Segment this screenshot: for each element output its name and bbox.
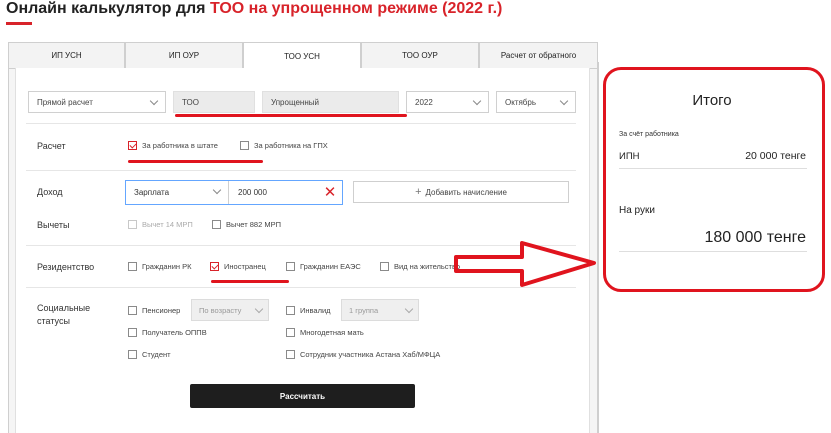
plus-icon: + [415, 186, 422, 198]
page-title: Онлайн калькулятор для ТОО на упрощенном… [6, 0, 502, 18]
deduction-14-label: Вычет 14 МРП [142, 220, 193, 229]
employee-staff-label: За работника в штате [142, 141, 218, 150]
oppv-checkbox[interactable] [128, 328, 137, 337]
income-label: Доход [37, 187, 63, 197]
calculate-button[interactable]: Рассчитать [190, 384, 415, 408]
gph-checkbox[interactable] [240, 141, 249, 150]
tab-label: ИП ОУР [168, 51, 200, 60]
social-status-label: Социальные статусы [37, 302, 90, 328]
foreigner-checkbox[interactable] [210, 262, 219, 271]
large-family-mother-checkbox[interactable] [286, 328, 295, 337]
tab-reverse-calc[interactable]: Расчет от обратного [479, 42, 598, 69]
add-accrual-button[interactable]: + Добавить начисление [353, 181, 569, 203]
mode-select-value: Прямой расчет [37, 97, 93, 107]
deduction-882-checkbox[interactable] [212, 220, 221, 229]
deduction-882-label: Вычет 882 МРП [226, 220, 281, 229]
income-amount-value: 200 000 [238, 188, 267, 197]
tab-too-usn[interactable]: ТОО УСН [243, 42, 361, 70]
month-value: Октябрь [505, 97, 537, 107]
social-status-label-line1: Социальные [37, 303, 91, 313]
pensioner-type-select: По возрасту [191, 299, 269, 321]
pensioner-label: Пенсионер [142, 306, 181, 315]
employee-staff-checkbox[interactable] [128, 141, 137, 150]
pensioner-checkbox[interactable] [128, 306, 137, 315]
citizen-rk-label: Гражданин РК [142, 262, 192, 271]
chevron-down-icon [559, 96, 569, 106]
student-checkbox[interactable] [128, 350, 137, 359]
annotation-underline [175, 114, 407, 117]
tab-label: Расчет от обратного [500, 51, 577, 60]
income-amount-input[interactable]: 200 000 [230, 181, 320, 204]
pensioner-type-value: По возрасту [199, 305, 242, 315]
deduction-14-checkbox [128, 220, 137, 229]
income-type-value: Зарплата [134, 188, 170, 197]
income-input-group: Зарплата 200 000 [125, 180, 343, 205]
student-label: Студент [142, 350, 171, 359]
foreigner-label: Иностранец [224, 262, 266, 271]
eaes-citizen-checkbox[interactable] [286, 262, 295, 271]
tab-too-our[interactable]: ТОО ОУР [361, 42, 479, 69]
oppv-label: Получатель ОППВ [142, 328, 207, 337]
annotation-arrow-icon [454, 241, 596, 287]
income-type-select[interactable]: Зарплата [126, 181, 229, 204]
add-accrual-label: Добавить начисление [425, 187, 507, 197]
divider [26, 170, 576, 171]
year-value: 2022 [415, 97, 433, 107]
chevron-down-icon [149, 96, 159, 106]
residence-permit-checkbox[interactable] [380, 262, 389, 271]
regime-value: Упрощенный [271, 97, 319, 107]
entity-value: ТОО [182, 97, 199, 107]
calculate-button-label: Рассчитать [279, 391, 326, 401]
annotation-frame [603, 67, 825, 292]
tab-ip-usn[interactable]: ИП УСН [8, 42, 125, 69]
regime-field: Упрощенный [262, 91, 399, 113]
astana-hub-label: Сотрудник участника Астана Хаб/МФЦА [300, 350, 441, 359]
entity-field: ТОО [173, 91, 255, 113]
gph-label: За работника на ГПХ [254, 141, 328, 150]
chevron-down-icon [254, 304, 264, 314]
annotation-underline [128, 160, 263, 163]
mode-select[interactable]: Прямой расчет [28, 91, 166, 113]
title-underline [6, 22, 32, 25]
residence-permit-label: Вид на жительство [394, 262, 461, 271]
calc-label: Расчет [37, 141, 66, 151]
year-select[interactable]: 2022 [406, 91, 489, 113]
chevron-down-icon [212, 185, 222, 195]
tab-ip-our[interactable]: ИП ОУР [125, 42, 243, 69]
close-icon[interactable]: ✕ [320, 184, 340, 202]
tab-label: ИП УСН [51, 51, 82, 60]
tab-label: ТОО ОУР [402, 51, 438, 60]
eaes-citizen-label: Гражданин ЕАЭС [300, 262, 361, 271]
invalid-label: Инвалид [300, 306, 331, 315]
large-family-mother-label: Многодетная мать [300, 328, 364, 337]
page-title-highlight: ТОО на упрощенном режиме (2022 г.) [209, 0, 503, 17]
residency-label: Резидентство [37, 262, 95, 272]
invalid-group-select: 1 группа [341, 299, 419, 321]
social-status-label-line2: статусы [37, 316, 70, 326]
chevron-down-icon [404, 304, 414, 314]
invalid-checkbox[interactable] [286, 306, 295, 315]
month-select[interactable]: Октябрь [496, 91, 576, 113]
astana-hub-checkbox[interactable] [286, 350, 295, 359]
chevron-down-icon [472, 96, 482, 106]
invalid-group-value: 1 группа [349, 305, 379, 315]
divider [26, 123, 576, 124]
annotation-underline [211, 280, 289, 283]
tab-label: ТОО УСН [284, 51, 320, 61]
page-title-prefix: Онлайн калькулятор для [6, 0, 210, 17]
deductions-label: Вычеты [37, 220, 70, 230]
citizen-rk-checkbox[interactable] [128, 262, 137, 271]
